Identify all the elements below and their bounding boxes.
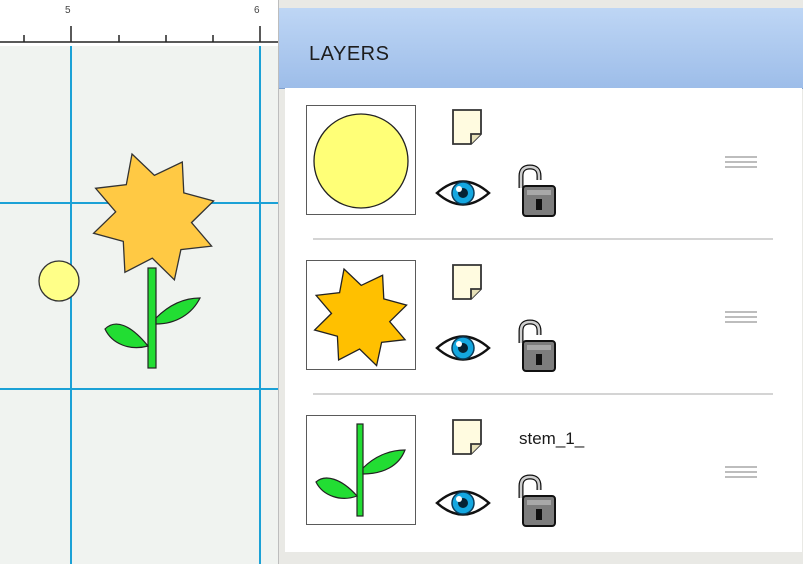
panel-title: LAYERS (309, 43, 390, 65)
layer-row[interactable] (285, 88, 802, 238)
eye-icon[interactable] (435, 486, 491, 525)
ruler-label-6: 6 (254, 5, 260, 16)
note-icon[interactable] (451, 418, 485, 461)
layer-row[interactable]: stem_1_ (285, 398, 802, 548)
circle-thumbnail (313, 113, 409, 209)
drag-handle-icon[interactable] (725, 465, 757, 484)
ruler-ticks (0, 26, 278, 43)
drag-handle-icon[interactable] (725, 310, 757, 329)
layer-row[interactable] (285, 243, 802, 393)
circle-shape[interactable] (38, 260, 80, 302)
ruler-label-5: 5 (65, 5, 71, 16)
layer-thumbnail[interactable] (306, 105, 416, 215)
stem-shape[interactable] (104, 267, 201, 369)
horizontal-ruler: 5 6 (0, 0, 278, 46)
artboard-drawing (0, 46, 278, 564)
note-icon[interactable] (451, 108, 485, 151)
eye-icon[interactable] (435, 331, 491, 370)
stem-thumbnail (315, 423, 406, 517)
note-icon[interactable] (451, 263, 485, 306)
unlocked-padlock-icon[interactable] (513, 319, 557, 378)
star-thumbnail (313, 267, 408, 367)
row-divider (313, 393, 773, 395)
row-divider (313, 238, 773, 240)
layer-list: stem_1_ (285, 88, 802, 552)
layers-panel: LAYERS stem_1_ (278, 0, 803, 564)
star-shape[interactable] (92, 152, 215, 282)
layer-thumbnail[interactable] (306, 415, 416, 525)
panel-header: LAYERS (279, 8, 803, 89)
unlocked-padlock-icon[interactable] (513, 474, 557, 533)
layer-name[interactable]: stem_1_ (519, 429, 584, 449)
artboard[interactable] (0, 46, 278, 564)
drag-handle-icon[interactable] (725, 155, 757, 174)
layer-thumbnail[interactable] (306, 260, 416, 370)
unlocked-padlock-icon[interactable] (513, 164, 557, 223)
eye-icon[interactable] (435, 176, 491, 215)
canvas-area[interactable]: 5 6 (0, 0, 278, 564)
